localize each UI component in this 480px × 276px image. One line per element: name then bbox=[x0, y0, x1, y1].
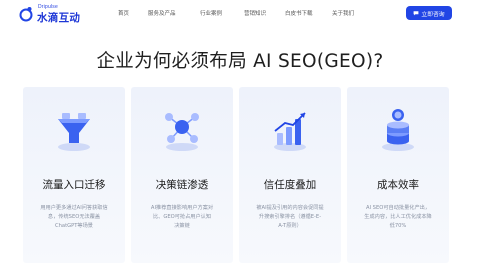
consult-button[interactable]: 立即咨询 bbox=[406, 6, 452, 20]
card-description: 被AI提及引用的内容会促同提 升搜索引擎排名（遵循E-E- A-T原则） bbox=[256, 205, 324, 229]
header: Dripulse 水滴互动 首页 服务及产品 行业案例 营销知识 白皮书下载 关… bbox=[0, 0, 480, 28]
nav-item-knowledge[interactable]: 营销知识 bbox=[244, 9, 266, 17]
nav-item-about[interactable]: 关于我们 bbox=[332, 9, 354, 17]
reason-card-traffic: 流量入口迁移 用用户更多通过AI问答获取信 息，传统SEO无法覆盖 ChatGP… bbox=[23, 87, 125, 263]
card-description: 用用户更多通过AI问答获取信 息，传统SEO无法覆盖 ChatGPT等场景 bbox=[40, 205, 108, 229]
reason-card-cost: 成本效率 AI SEO可自动批量化产出， 生成内容，比人工优化成本降 低70% bbox=[347, 87, 449, 263]
card-title: 流量入口迁移 bbox=[42, 179, 106, 191]
nav-item-services[interactable]: 服务及产品 bbox=[148, 9, 176, 17]
card-description: AI推荐直接影响用户方案对 比、GEO可抢占用户认知 决策链 bbox=[150, 205, 214, 229]
logo-mark-icon bbox=[19, 7, 33, 22]
logo[interactable]: Dripulse 水滴互动 bbox=[18, 4, 88, 26]
growth-chart-illustration-icon bbox=[274, 112, 306, 151]
page-title: 企业为何必须布局 AI SEO(GEO)? bbox=[96, 51, 384, 72]
funnel-illustration-icon bbox=[58, 113, 90, 151]
consult-button-label: 立即咨询 bbox=[421, 11, 445, 18]
reason-card-trust: 信任度叠加 被AI提及引用的内容会促同提 升搜索引擎排名（遵循E-E- A-T原… bbox=[239, 87, 341, 263]
chat-icon bbox=[413, 11, 419, 16]
card-title: 信任度叠加 bbox=[263, 179, 317, 191]
card-title: 决策链渗透 bbox=[155, 179, 209, 191]
card-description: AI SEO可自动批量化产出， 生成内容，比人工优化成本降 低70% bbox=[364, 205, 432, 229]
nav-item-whitepaper[interactable]: 白皮书下载 bbox=[285, 9, 313, 17]
nav-item-cases[interactable]: 行业案例 bbox=[200, 9, 222, 17]
reason-card-decision: 决策链渗透 AI推荐直接影响用户方案对 比、GEO可抢占用户认知 决策链 bbox=[131, 87, 233, 263]
network-illustration-icon bbox=[165, 113, 199, 151]
nav-item-home[interactable]: 首页 bbox=[118, 9, 129, 17]
coins-illustration-icon bbox=[382, 109, 414, 151]
logo-chinese-text: 水滴互动 bbox=[37, 12, 81, 24]
card-title: 成本效率 bbox=[377, 179, 419, 191]
